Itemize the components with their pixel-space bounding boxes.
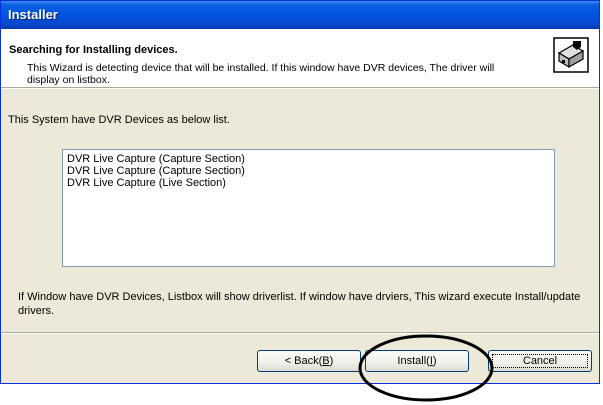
title-bar[interactable]: Installer <box>1 1 599 29</box>
installer-window: Installer Searching for Installing devic… <box>0 0 600 384</box>
header-title: Searching for Installing devices. <box>9 44 178 56</box>
hardware-install-icon <box>553 37 589 73</box>
back-button-prefix: < Back( <box>284 355 323 367</box>
header-description: This Wizard is detecting device that wil… <box>27 62 495 86</box>
device-listbox[interactable]: DVR Live Capture (Capture Section) DVR L… <box>62 149 555 267</box>
window-title: Installer <box>8 7 58 22</box>
highlight-circle <box>358 334 494 402</box>
focus-rectangle <box>492 354 588 368</box>
wizard-header: Searching for Installing devices. This W… <box>1 29 599 88</box>
header-separator <box>1 88 599 89</box>
info-text: If Window have DVR Devices, Listbox will… <box>18 291 581 317</box>
back-button[interactable]: < Back(B) <box>257 350 361 372</box>
back-button-accel: B <box>322 355 330 367</box>
list-item[interactable]: DVR Live Capture (Capture Section) <box>67 153 550 165</box>
list-item[interactable]: DVR Live Capture (Capture Section) <box>67 165 550 177</box>
list-item[interactable]: DVR Live Capture (Live Section) <box>67 177 550 189</box>
device-list-label: This System have DVR Devices as below li… <box>8 114 230 126</box>
footer-separator-highlight <box>1 333 599 334</box>
back-button-suffix: ) <box>329 355 334 367</box>
cancel-button[interactable]: Cancel <box>488 350 592 372</box>
